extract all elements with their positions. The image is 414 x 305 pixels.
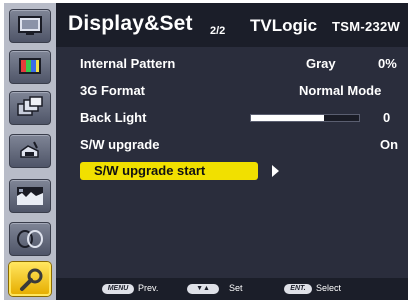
settings-menu: Internal Pattern Gray 0% 3G Format Norma… [56,47,408,278]
sw-upgrade-value: On [380,137,399,152]
up-down-key-label: Set [229,283,243,293]
menu-key-label: Prev. [138,283,159,293]
page-title: Display&Set [68,12,193,35]
internal-pattern-level: 0% [378,56,397,71]
sw-upgrade-start-button[interactable]: S/W upgrade start [80,162,258,180]
multi-window-icon[interactable] [9,91,51,125]
brand-logo: TVLogic [250,16,318,35]
page-indicator: 2/2 [210,25,226,37]
back-light-value: 0 [383,110,391,125]
color-palette-icon[interactable] [9,50,51,84]
internal-pattern-value: Gray [306,56,336,71]
category-sidebar [4,3,57,300]
menu-key-icon: MENU [102,284,134,294]
internal-pattern-label[interactable]: Internal Pattern [80,56,175,71]
chevron-right-icon[interactable] [272,165,279,177]
3g-format-label[interactable]: 3G Format [80,83,145,98]
sw-upgrade-start-label: S/W upgrade start [94,163,206,178]
up-down-key-icon: ▼▲ [187,284,219,294]
model-name: TSM-232W [332,19,401,34]
enter-key-label: Select [316,283,342,293]
back-light-label[interactable]: Back Light [80,110,146,125]
3g-format-value: Normal Mode [299,83,382,98]
back-light-slider-fill [251,115,325,121]
audio-speaker-icon[interactable] [9,134,51,168]
back-light-slider[interactable] [250,114,360,122]
sw-upgrade-label[interactable]: S/W upgrade [80,137,159,152]
key-guide-footer: MENU Prev. ▼▲ Set ENT. Select [56,278,408,300]
enter-key-icon: ENT. [284,284,312,294]
image-adjust-icon[interactable] [9,179,51,213]
menu-header: Display&Set 2/2 TVLogic TSM-232W [56,3,408,47]
waveform-icon[interactable] [9,222,51,256]
monitor-icon[interactable] [9,9,51,43]
tools-icon[interactable] [9,262,51,296]
